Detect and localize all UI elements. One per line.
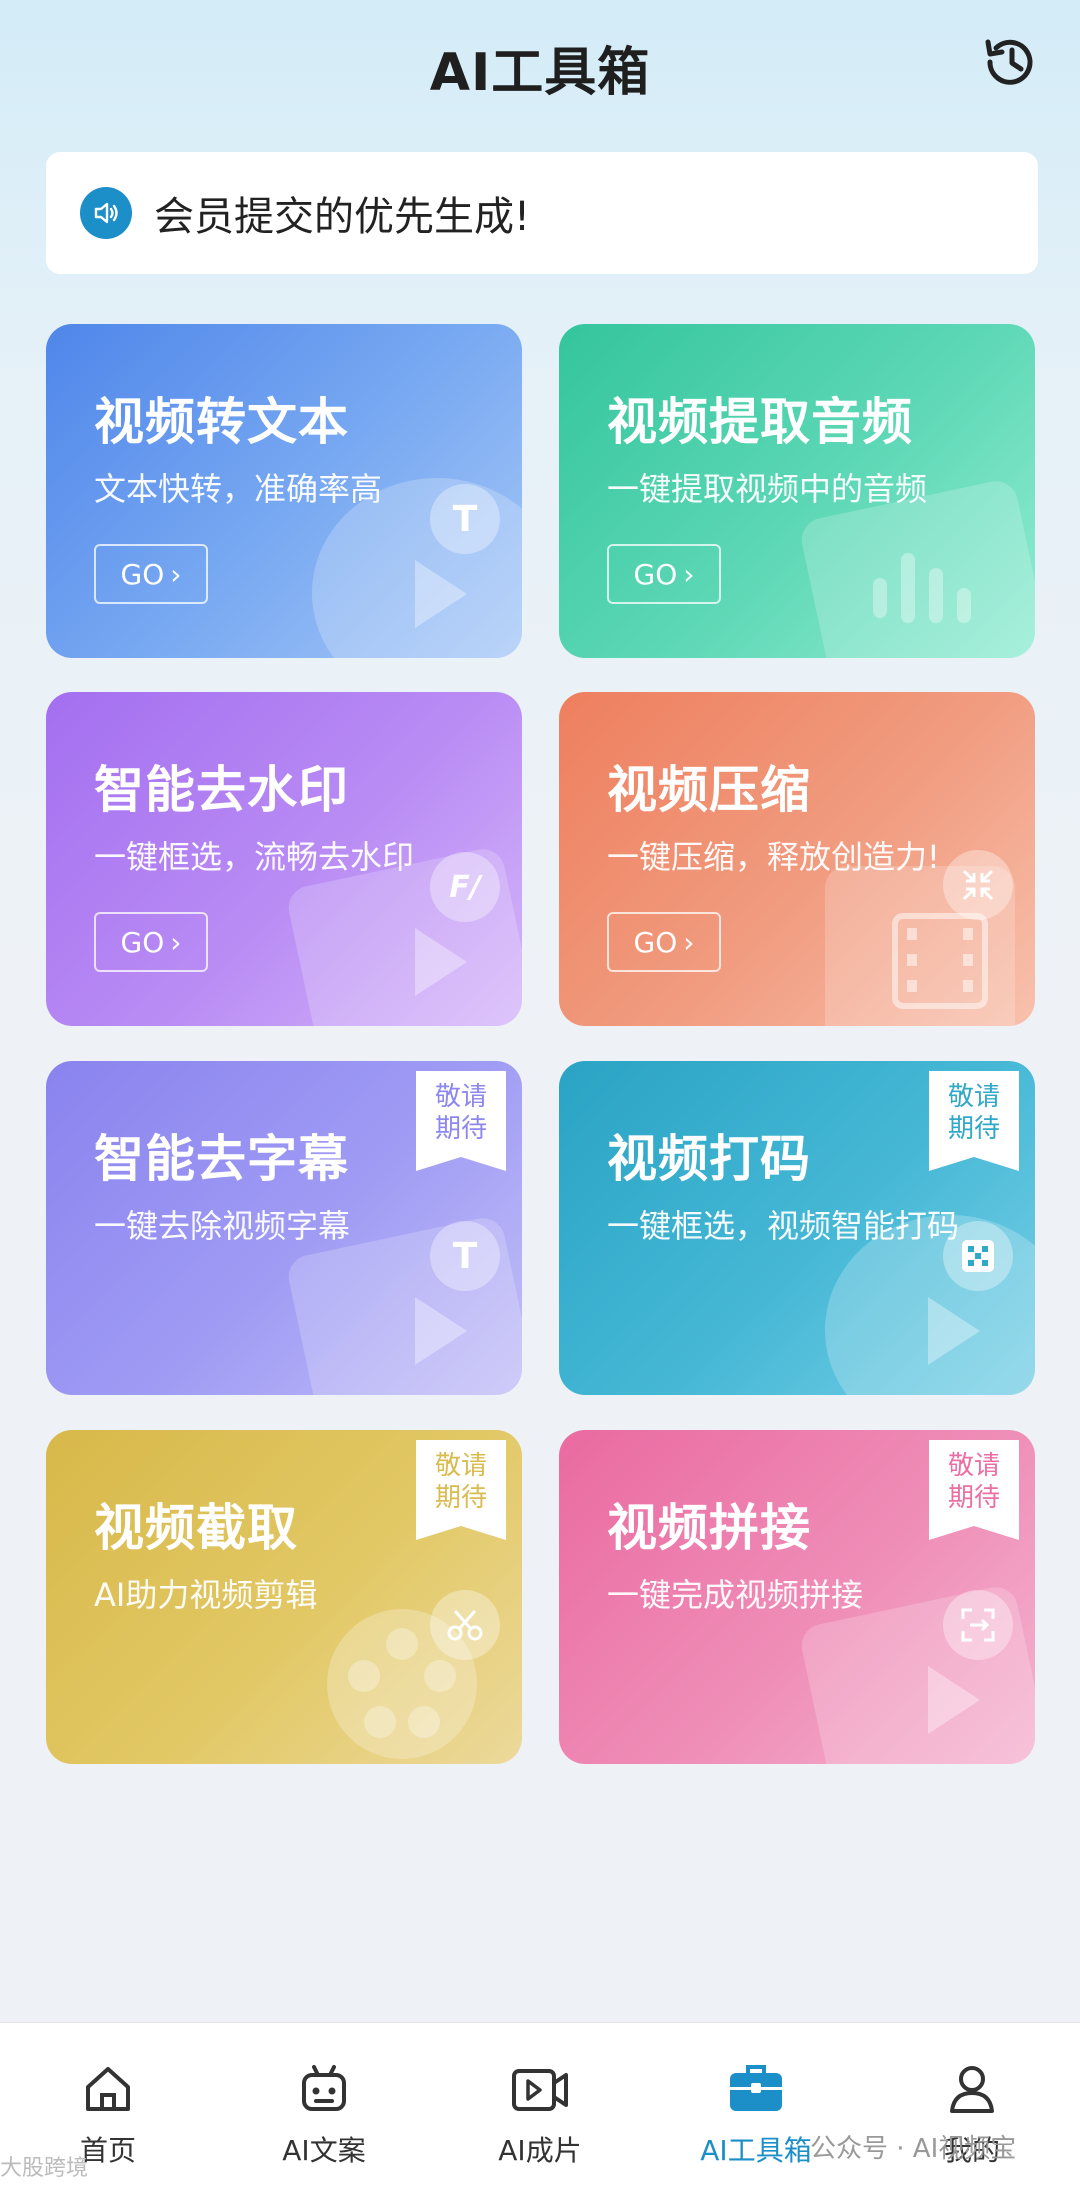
card-subtitle: 一键压缩，释放创造力!	[607, 838, 940, 876]
sound-wave-icon	[873, 553, 971, 623]
play-icon	[928, 1297, 980, 1365]
soon-line1: 敬请	[434, 1082, 487, 1112]
play-icon	[415, 560, 467, 628]
soon-line2: 期待	[434, 1114, 487, 1144]
chevron-right-icon: ›	[683, 557, 695, 591]
notice-bar[interactable]: 会员提交的优先生成!	[46, 152, 1038, 274]
card-remove-subtitle[interactable]: T 敬请 期待 智能去字幕 一键去除视频字幕	[46, 1061, 522, 1395]
card-extract-audio[interactable]: 视频提取音频 一键提取视频中的音频 GO ›	[559, 324, 1035, 658]
go-button[interactable]: GO ›	[607, 912, 721, 972]
coming-soon-ribbon: 敬请 期待	[416, 1440, 506, 1540]
film-strip-icon	[892, 913, 988, 1009]
history-clock-icon[interactable]	[978, 30, 1042, 94]
card-subtitle: 一键完成视频拼接	[607, 1576, 864, 1614]
chevron-right-icon: ›	[170, 925, 182, 959]
compress-icon	[943, 850, 1013, 920]
chevron-right-icon: ›	[683, 925, 695, 959]
robot-icon	[302, 2065, 346, 2111]
soon-line1: 敬请	[947, 1451, 1000, 1481]
tab-ai-video[interactable]: AI成片	[460, 2061, 620, 2169]
card-subtitle: 一键提取视频中的音频	[607, 470, 928, 508]
tab-ai-copywriting[interactable]: AI文案	[244, 2061, 404, 2169]
splice-icon	[943, 1590, 1013, 1660]
card-subtitle: 一键框选，视频智能打码	[607, 1207, 960, 1245]
card-subtitle: 一键框选，流畅去水印	[94, 838, 415, 876]
card-title: 智能去字幕	[94, 1130, 349, 1188]
text-t-icon: T	[430, 484, 500, 554]
go-button[interactable]: GO ›	[607, 544, 721, 604]
card-subtitle: AI助力视频剪辑	[94, 1576, 318, 1614]
coming-soon-ribbon: 敬请 期待	[929, 1071, 1019, 1171]
go-button[interactable]: GO ›	[94, 912, 208, 972]
watermark-right: 公众号 · AI视频宝	[810, 2134, 1017, 2164]
soon-line2: 期待	[947, 1114, 1000, 1144]
soon-line2: 期待	[434, 1483, 487, 1513]
notice-text: 会员提交的优先生成!	[154, 194, 531, 240]
card-subtitle: 一键去除视频字幕	[94, 1207, 351, 1245]
card-video-mosaic[interactable]: 敬请 期待 视频打码 一键框选，视频智能打码	[559, 1061, 1035, 1395]
card-video-compress[interactable]: 视频压缩 一键压缩，释放创造力! GO ›	[559, 692, 1035, 1026]
subtitle-t-icon: T	[430, 1221, 500, 1291]
page-title: AI工具箱	[429, 43, 651, 103]
home-icon	[86, 2067, 130, 2111]
play-icon	[928, 1666, 980, 1734]
header: AI工具箱	[0, 0, 1080, 140]
watermark-icon: F/	[430, 852, 500, 922]
coming-soon-ribbon: 敬请 期待	[416, 1071, 506, 1171]
soon-line1: 敬请	[947, 1082, 1000, 1112]
video-camera-icon	[512, 2069, 568, 2111]
go-label: GO	[633, 925, 678, 959]
card-remove-watermark[interactable]: F/ 智能去水印 一键框选，流畅去水印 GO ›	[46, 692, 522, 1026]
user-icon	[950, 2066, 994, 2113]
go-label: GO	[120, 925, 165, 959]
card-video-clip[interactable]: 敬请 期待 视频截取 AI助力视频剪辑	[46, 1430, 522, 1764]
card-subtitle: 文本快转，准确率高	[94, 470, 383, 508]
speaker-icon	[80, 187, 132, 239]
tab-label: AI文案	[282, 2134, 366, 2167]
go-button[interactable]: GO ›	[94, 544, 208, 604]
play-icon	[415, 1297, 467, 1365]
go-label: GO	[120, 557, 165, 591]
bottom-tab-bar: 首页 AI文案 AI成片 AI工具箱 我的	[0, 2022, 1080, 2193]
card-title: 视频拼接	[607, 1499, 811, 1557]
card-title: 视频截取	[94, 1499, 298, 1557]
card-video-to-text[interactable]: T 视频转文本 文本快转，准确率高 GO ›	[46, 324, 522, 658]
card-title: 视频打码	[607, 1130, 811, 1188]
card-title: 智能去水印	[94, 761, 349, 819]
coming-soon-ribbon: 敬请 期待	[929, 1440, 1019, 1540]
card-title: 视频转文本	[94, 393, 349, 451]
soon-line2: 期待	[947, 1483, 1000, 1513]
soon-line1: 敬请	[434, 1451, 487, 1481]
chevron-right-icon: ›	[170, 557, 182, 591]
scissors-icon	[430, 1590, 500, 1660]
card-title: 视频压缩	[607, 761, 811, 819]
go-label: GO	[633, 557, 678, 591]
card-title: 视频提取音频	[607, 393, 913, 451]
card-video-splice[interactable]: 敬请 期待 视频拼接 一键完成视频拼接	[559, 1430, 1035, 1764]
watermark-left: 大股跨境	[0, 2156, 89, 2181]
play-icon	[415, 928, 467, 996]
tab-label: AI成片	[498, 2134, 582, 2167]
toolbox-icon	[730, 2065, 782, 2111]
